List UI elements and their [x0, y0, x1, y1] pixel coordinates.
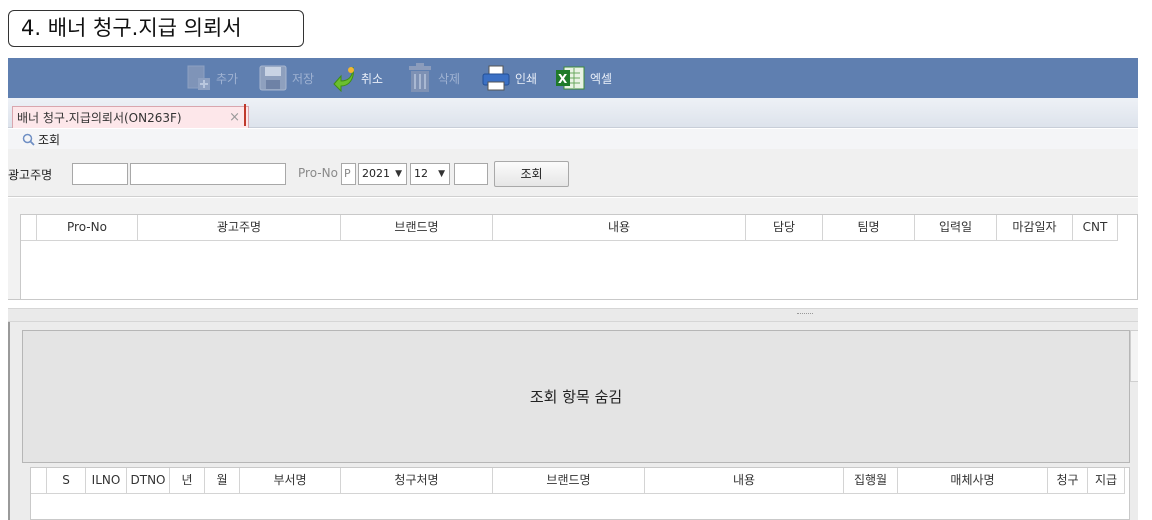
panel-splitter[interactable]	[8, 308, 1138, 322]
save-disk-icon	[259, 65, 287, 91]
col-header-department[interactable]: 부서명	[240, 468, 341, 494]
col-header-team[interactable]: 팀명	[823, 215, 915, 241]
trash-icon	[409, 63, 431, 92]
toolbar: 추가 저장 취소 삭제 인쇄 X 엑셀	[8, 58, 1138, 98]
year-select-value: 2021	[362, 167, 390, 180]
col-header-input-date[interactable]: 입력일	[915, 215, 997, 241]
panel-edge	[8, 322, 10, 520]
col-header-s[interactable]: S	[47, 468, 86, 494]
month-select-value: 12	[414, 167, 428, 180]
cancel-button-label: 취소	[361, 71, 384, 86]
tab-divider	[244, 104, 246, 126]
add-document-icon	[187, 65, 210, 90]
col-header-pro-no[interactable]: Pro-No	[37, 215, 138, 241]
chevron-down-icon: ▼	[438, 169, 445, 179]
advertiser-label: 광고주명	[8, 168, 53, 182]
page-title: 4. 배너 청구.지급 의뢰서	[8, 10, 304, 47]
col-header-year[interactable]: 년	[170, 468, 205, 494]
col-header-claim[interactable]: 청구	[1048, 468, 1088, 494]
year-select[interactable]: 2021 ▼	[358, 163, 407, 185]
request-detail-grid[interactable]: S ILNO DTNO 년 월 부서명 청구처명 브랜드명 내용 집행월 매체사…	[30, 467, 1130, 520]
search-section-header[interactable]: 조회	[8, 129, 1138, 149]
print-button[interactable]: 인쇄	[481, 58, 537, 98]
delete-button-label: 삭제	[438, 71, 461, 86]
col-header-dtno[interactable]: DTNO	[127, 468, 170, 494]
undo-arrow-icon	[333, 66, 354, 92]
col-header-advertiser[interactable]: 광고주명	[138, 215, 341, 241]
col-header-billing-party[interactable]: 청구처명	[341, 468, 493, 494]
chevron-down-icon: ▼	[395, 169, 402, 179]
search-icon	[22, 133, 35, 146]
col-header-content[interactable]: 내용	[645, 468, 844, 494]
row-indicator-header	[21, 215, 37, 241]
col-header-content[interactable]: 내용	[493, 215, 746, 241]
delete-button[interactable]: 삭제	[406, 58, 460, 98]
project-grid[interactable]: Pro-No 광고주명 브랜드명 내용 담당 팀명 입력일 마감일자 CNT	[20, 214, 1138, 300]
excel-button-label: 엑셀	[590, 71, 613, 86]
tab-document[interactable]: 배너 청구.지급의뢰서(ON263F) ×	[12, 106, 249, 128]
splitter-grip-icon[interactable]	[797, 313, 813, 315]
cancel-button[interactable]: 취소	[333, 58, 383, 98]
save-button-label: 저장	[292, 71, 315, 86]
col-header-payment[interactable]: 지급	[1088, 468, 1125, 494]
pro-no-seq-input[interactable]	[454, 163, 488, 185]
month-select[interactable]: 12 ▼	[410, 163, 450, 185]
col-header-deadline[interactable]: 마감일자	[997, 215, 1073, 241]
hidden-search-panel: 조회 항목 숨김	[22, 330, 1130, 463]
search-section-label: 조회	[38, 132, 61, 147]
col-header-ilno[interactable]: ILNO	[86, 468, 127, 494]
row-indicator-header	[31, 468, 47, 494]
advertiser-code-input[interactable]	[72, 163, 128, 185]
save-button[interactable]: 저장	[258, 58, 314, 98]
excel-button[interactable]: X 엑셀	[554, 58, 612, 98]
excel-icon: X	[556, 66, 585, 90]
close-icon[interactable]: ×	[229, 110, 240, 125]
pro-no-label: Pro-No	[298, 166, 338, 180]
print-button-label: 인쇄	[515, 71, 538, 86]
hidden-panel-text: 조회 항목 숨김	[529, 388, 623, 406]
svg-text:X: X	[558, 72, 568, 86]
advertiser-name-input[interactable]	[130, 163, 286, 185]
col-header-cnt[interactable]: CNT	[1073, 215, 1118, 241]
col-header-media-company[interactable]: 매체사명	[898, 468, 1048, 494]
col-header-brand[interactable]: 브랜드명	[341, 215, 493, 241]
search-button[interactable]: 조회	[494, 161, 569, 187]
add-button[interactable]: 추가	[186, 58, 238, 98]
col-header-exec-month[interactable]: 집행월	[844, 468, 898, 494]
printer-icon	[482, 65, 510, 91]
col-header-month[interactable]: 월	[205, 468, 240, 494]
col-header-brand[interactable]: 브랜드명	[493, 468, 645, 494]
pro-no-prefix: P	[341, 163, 356, 185]
col-header-manager[interactable]: 담당	[746, 215, 823, 241]
tab-document-label: 배너 청구.지급의뢰서(ON263F)	[17, 111, 182, 125]
add-button-label: 추가	[216, 71, 239, 86]
side-panel-stub	[1130, 330, 1138, 382]
